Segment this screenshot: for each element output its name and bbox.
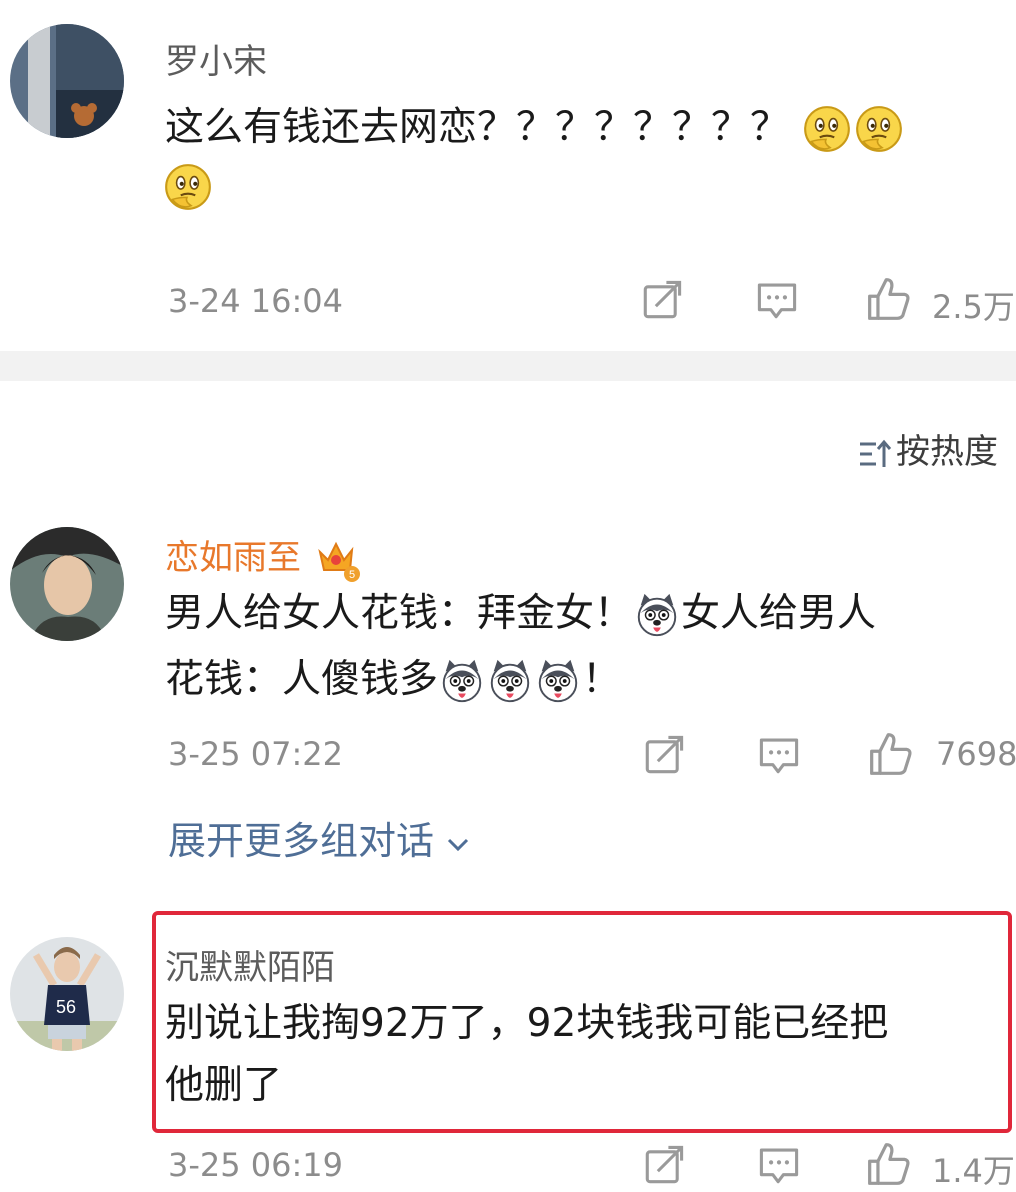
chevron-down-icon [448, 838, 469, 851]
repost-icon[interactable] [642, 1143, 686, 1187]
comment-item: 56 沉默默陌陌 别说让我掏92万了，92块钱我可能已经把 他删了 3-25 0… [0, 0, 1016, 1190]
avatar[interactable] [10, 527, 124, 641]
comment-timestamp: 3-25 07:22 [168, 735, 344, 773]
username-text: 恋如雨至 [165, 538, 301, 578]
comment-text-segment: 花钱：人傻钱多 [165, 657, 439, 702]
comment-text-segment: 女人给男人 [681, 591, 877, 636]
username[interactable]: 恋如雨至 5 [165, 530, 362, 582]
vip-level-digit: 5 [349, 569, 355, 581]
comment-icon[interactable] [757, 733, 801, 777]
comment-text-segment: ！ [582, 657, 622, 702]
expand-more-conversations-link[interactable]: 展开更多组对话 [168, 810, 470, 865]
comment-text-segment: 男人给女人花钱：拜金女！ [165, 591, 634, 636]
like-count: 7698 [936, 735, 1016, 773]
sort-label: 按热度 [896, 432, 998, 472]
username[interactable]: 沉默默陌陌 [165, 940, 335, 989]
vip-crown-badge-icon: 5 [318, 541, 360, 582]
husky-dog-emoji-icon [633, 592, 681, 640]
thinking-face-emoji-icon [853, 104, 905, 156]
comment-icon[interactable] [755, 278, 799, 322]
sort-icon [860, 439, 892, 467]
like-icon[interactable] [866, 1141, 912, 1187]
jersey-number: 56 [56, 997, 76, 1017]
comment-timestamp: 3-25 06:19 [168, 1146, 344, 1184]
username[interactable]: 罗小宋 [165, 34, 267, 83]
avatar[interactable]: 56 [10, 937, 124, 1051]
comment-icon[interactable] [757, 1143, 801, 1187]
repost-icon[interactable] [640, 278, 684, 322]
expand-label: 展开更多组对话 [168, 819, 435, 863]
comment-text: 花钱：人傻钱多 ！ [165, 648, 621, 712]
thinking-face-emoji-icon [801, 104, 853, 156]
repost-icon[interactable] [642, 733, 686, 777]
husky-dog-emoji-icon [486, 658, 534, 706]
comment-text: 他删了 [165, 1054, 282, 1118]
husky-dog-emoji-icon [534, 658, 582, 706]
like-count: 2.5万 [932, 288, 1015, 326]
like-icon[interactable] [868, 731, 914, 777]
comment-item: 罗小宋 这么有钱还去网恋？？？？？？？？ 3-24 16:04 2.5万 [0, 0, 1016, 351]
thinking-face-emoji-icon [162, 162, 214, 214]
comment-timestamp: 3-24 16:04 [168, 282, 344, 320]
like-count: 1.4万 [932, 1152, 1015, 1190]
comment-text: 这么有钱还去网恋？？？？？？？？ [165, 96, 905, 160]
sort-by-heat-button[interactable]: 按热度 [858, 424, 998, 473]
comment-text-line: 他删了 [165, 1063, 283, 1108]
avatar[interactable] [10, 24, 124, 138]
like-icon[interactable] [866, 276, 912, 322]
comment-text-line: 这么有钱还去网恋？？？？？？？？ [165, 105, 790, 150]
comment-text-line: 别说让我掏92万了，92块钱我可能已经把 [165, 1001, 889, 1046]
comment-text: 男人给女人花钱：拜金女！ 女人给男人 [165, 582, 876, 646]
husky-dog-emoji-icon [438, 658, 486, 706]
section-divider [0, 351, 1016, 381]
comment-text: 别说让我掏92万了，92块钱我可能已经把 [165, 992, 888, 1056]
